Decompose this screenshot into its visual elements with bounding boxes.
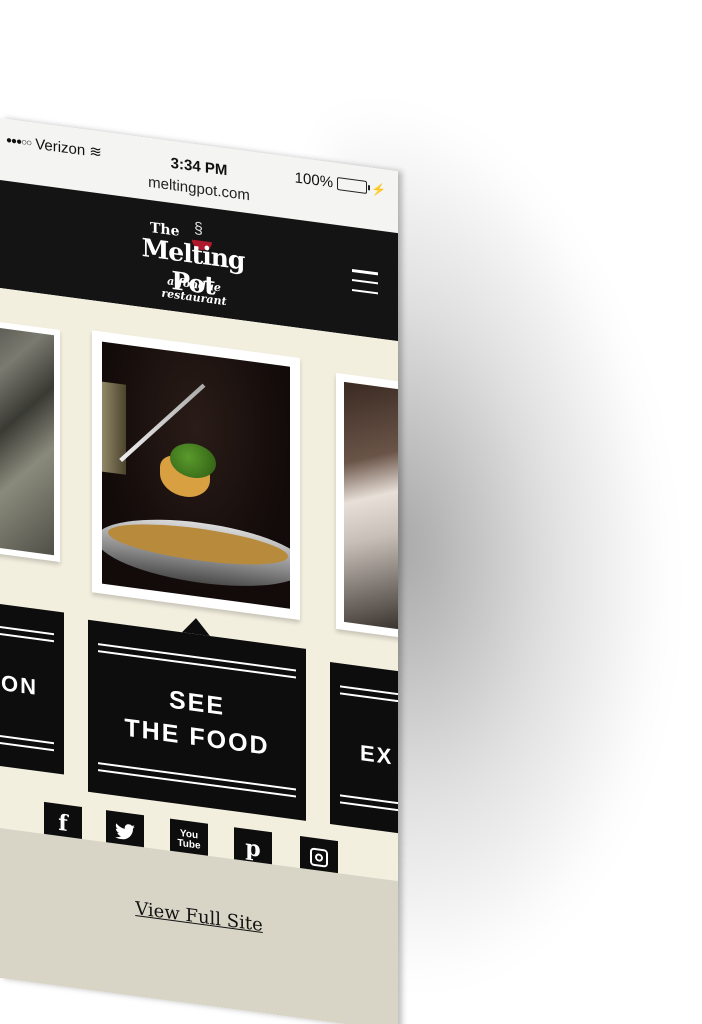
carousel-card-right[interactable] — [336, 372, 398, 643]
see-the-food-button[interactable]: SEE THE FOOD — [88, 619, 306, 821]
aerial-city-photo — [0, 323, 54, 556]
carousel-card-left[interactable] — [0, 316, 60, 563]
view-full-site-link[interactable]: View Full Site — [0, 880, 398, 954]
melting-pot-logo[interactable]: The § Melting Pot a fondue restaurant — [128, 215, 268, 314]
see-the-food-label: SEE THE FOOD — [124, 685, 270, 761]
chef-photo — [344, 381, 398, 634]
panel-left-label: ON — [1, 670, 38, 701]
fondue-broccoli-photo — [102, 341, 290, 609]
panel-right-label: EX — [360, 740, 394, 770]
steam-icon: § — [194, 219, 203, 239]
battery-icon — [337, 176, 368, 194]
phone-screen: ●●●○○ Verizon ≋ 3:34 PM meltingpot.com 1… — [0, 118, 398, 1024]
hamburger-icon[interactable] — [352, 268, 378, 295]
charging-icon: ⚡ — [371, 181, 386, 198]
panel-right[interactable]: EX — [330, 662, 398, 839]
main-content: ON SEE THE FOOD EX f You Tube p — [0, 288, 398, 882]
carousel-card-center[interactable] — [92, 330, 300, 621]
panel-left[interactable]: ON — [0, 595, 64, 775]
